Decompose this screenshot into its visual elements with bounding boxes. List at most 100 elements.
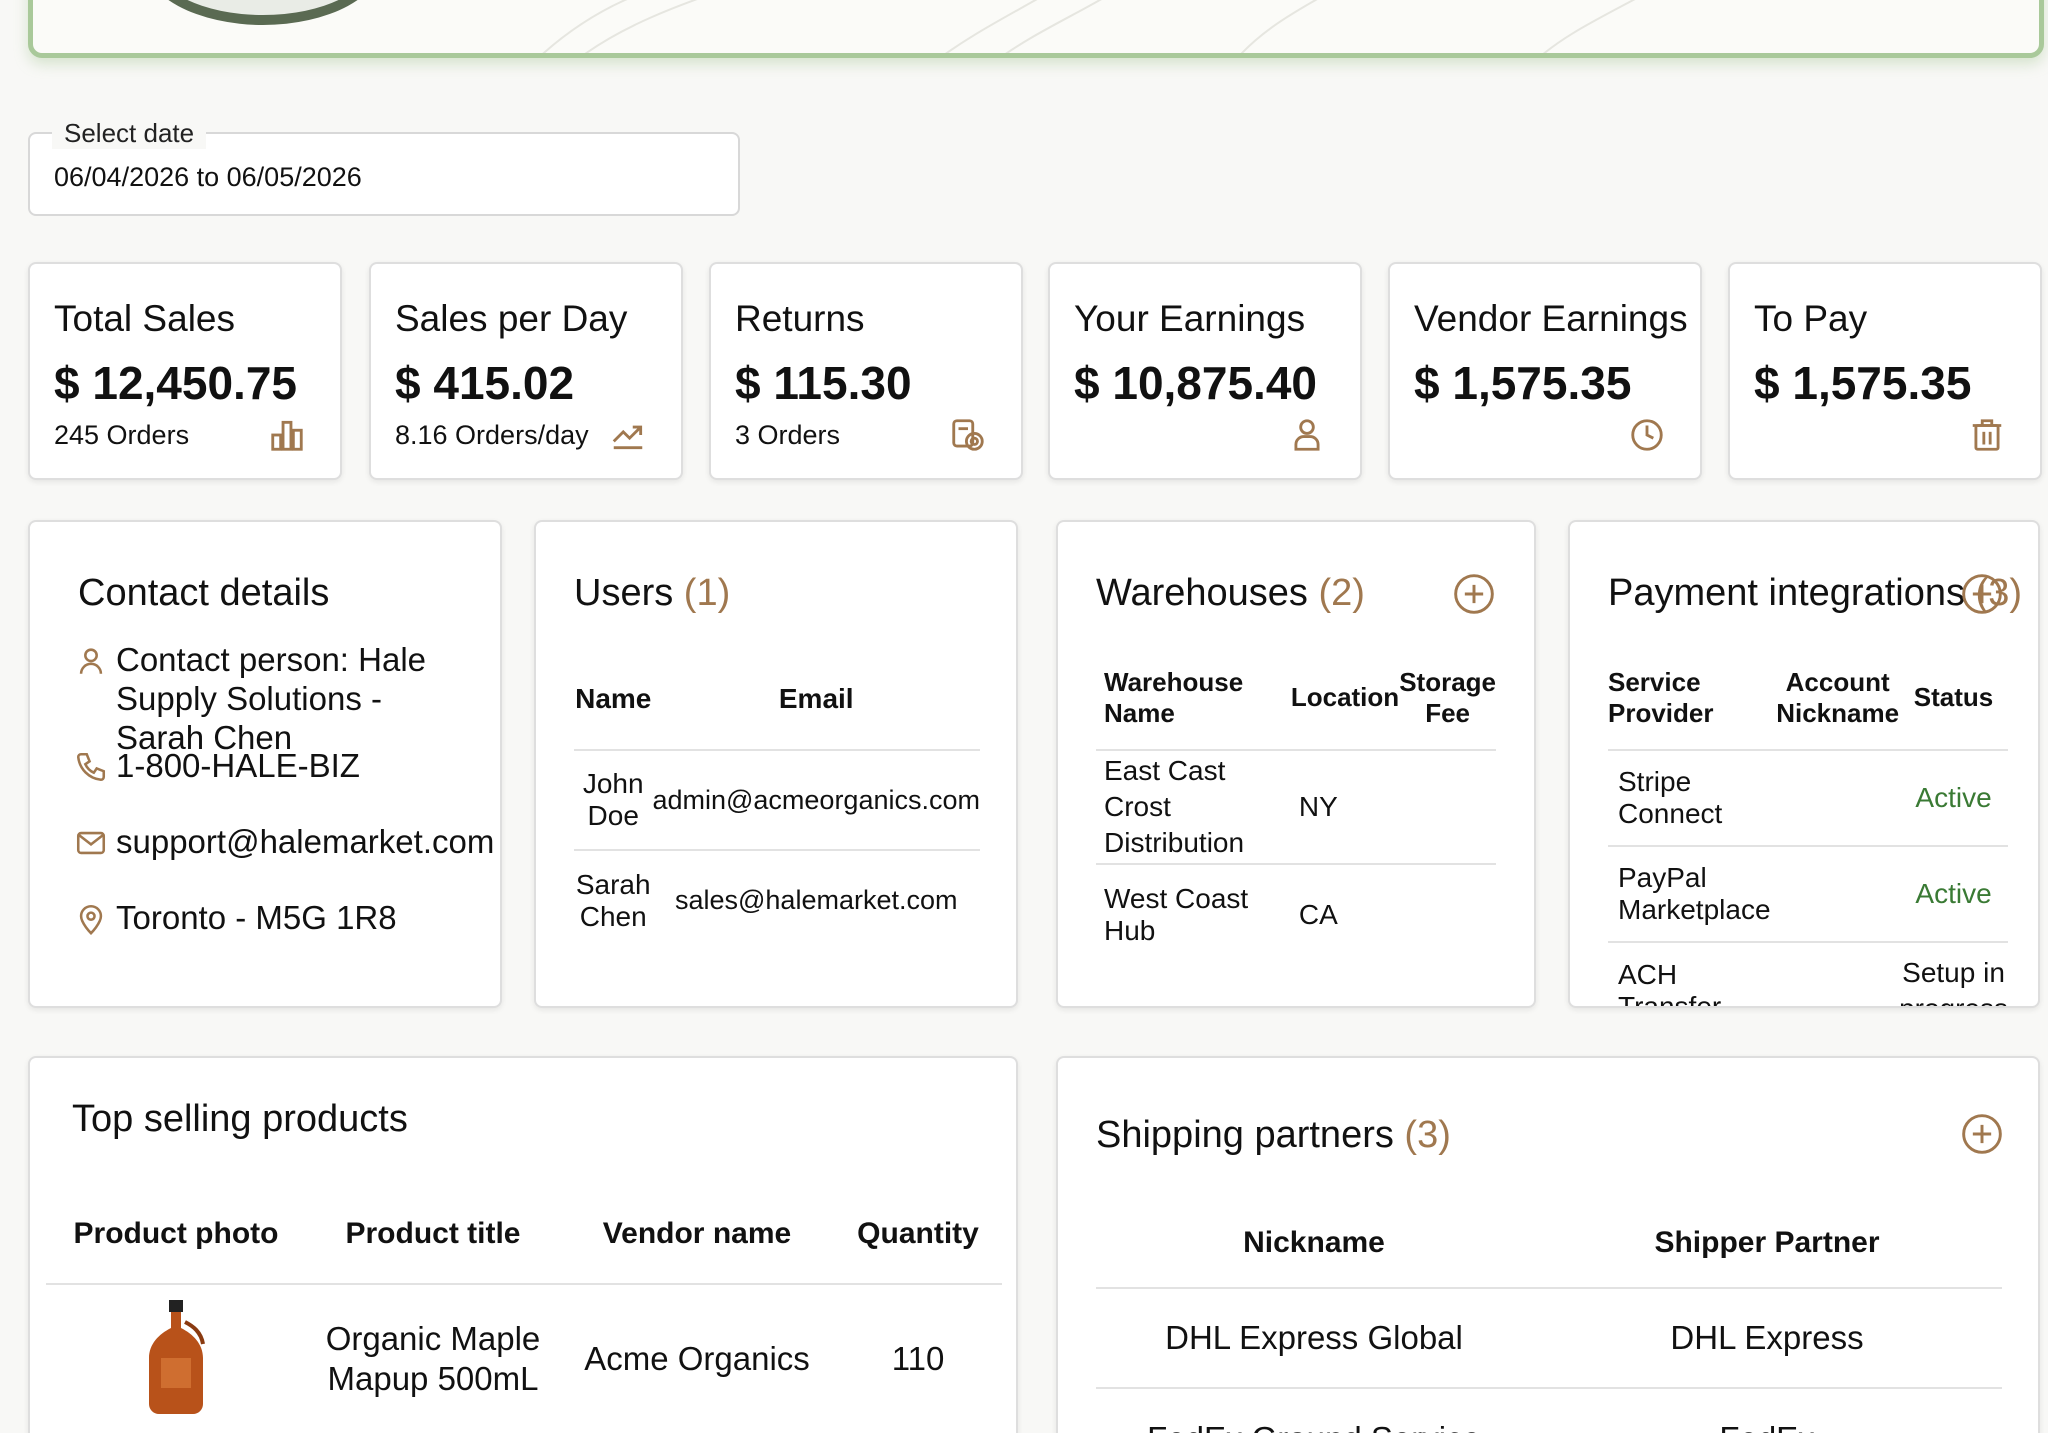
- payment-nickname: [1776, 846, 1899, 942]
- shipping-title: Shipping partners (3): [1096, 1114, 1451, 1157]
- column-header: Storage Fee: [1399, 666, 1496, 728]
- stat-title: To Pay: [1754, 298, 1868, 339]
- warehouses-table: Warehouse Name Location Storage Fee East…: [1096, 646, 1496, 964]
- column-header: Product photo: [73, 1216, 279, 1250]
- add-shipping-partner-button[interactable]: [1960, 1112, 2004, 1156]
- warehouse-location: CA: [1298, 898, 1338, 930]
- warehouse-location: NY: [1298, 791, 1338, 822]
- shipping-partner: FedEx: [1532, 1388, 2002, 1433]
- table-header-row: Name Email: [574, 648, 980, 750]
- warehouses-title-text: Warehouses: [1096, 572, 1308, 614]
- user-email: admin@acmeorganics.com: [652, 784, 980, 815]
- payment-status: Active: [1915, 782, 1992, 813]
- payments-table: Service Provider Account Nickname Status…: [1608, 646, 2008, 1008]
- user-email: sales@halemarket.com: [674, 885, 958, 915]
- returns-icon: [952, 419, 984, 451]
- contact-person: Contact person: Hale Supply Solutions - …: [74, 640, 474, 757]
- stat-value: $ 1,575.35: [1414, 357, 1632, 409]
- contact-location: Toronto - M5G 1R8: [74, 898, 397, 937]
- top-products-card: Top selling products Product photo Produ…: [28, 1056, 1018, 1433]
- column-header: Status: [1913, 682, 1994, 712]
- table-row[interactable]: FedEx Ground Service FedEx: [1096, 1388, 2002, 1433]
- payment-provider: PayPal Marketplace: [1618, 862, 1771, 925]
- users-count: (1): [683, 572, 731, 614]
- warehouse-fee: [1399, 864, 1496, 964]
- stat-total-sales: Total Sales $ 12,450.75 245 Orders: [28, 262, 342, 480]
- table-header-row: Warehouse Name Location Storage Fee: [1096, 646, 1496, 750]
- column-header: Account Nickname: [1776, 666, 1900, 728]
- users-table: Name Email John Doe admin@acmeorganics.c…: [574, 648, 980, 950]
- stat-value: $ 415.02: [395, 357, 575, 409]
- stat-sub: 3 Orders: [735, 420, 841, 450]
- shipping-title-text: Shipping partners: [1096, 1114, 1394, 1156]
- date-range-field[interactable]: Select date 06/04/2026 to 06/05/2026: [28, 118, 740, 216]
- top-products-table: Product photo Product title Vendor name …: [46, 1184, 1002, 1433]
- stat-returns: Returns $ 115.30 3 Orders: [709, 262, 1023, 480]
- users-title-text: Users: [574, 572, 674, 614]
- bar-chart-icon: [271, 420, 303, 451]
- trend-up-icon: [612, 425, 643, 450]
- payment-integrations-card: Payment integrations (3) Service Provide…: [1568, 520, 2040, 1008]
- stat-sales-per-day: Sales per Day $ 415.02 8.16 Orders/day: [369, 262, 683, 480]
- product-title: Organic Maple Mapup 500mL: [325, 1320, 541, 1397]
- stat-to-pay: To Pay $ 1,575.35: [1728, 262, 2042, 480]
- contact-person-text: Contact person: Hale Supply Solutions - …: [116, 641, 427, 756]
- column-header: Service Provider: [1608, 666, 1714, 728]
- stat-sub: 8.16 Orders/day: [395, 420, 589, 450]
- table-header-row: Product photo Product title Vendor name …: [46, 1184, 1002, 1284]
- location-pin-icon: [79, 904, 103, 935]
- column-header: Shipper Partner: [1654, 1225, 1880, 1259]
- person-icon: [79, 648, 103, 674]
- warehouses-title: Warehouses (2): [1096, 572, 1365, 615]
- stat-title: Total Sales: [54, 298, 235, 339]
- payment-nickname: [1776, 942, 1899, 1006]
- payment-provider: ACH Transfer: [1618, 958, 1722, 1008]
- table-row[interactable]: East Cast Crost Distribution NY: [1096, 750, 1496, 864]
- contact-phone: 1-800-HALE-BIZ: [74, 746, 360, 785]
- stat-value: $ 12,450.75: [54, 357, 298, 409]
- user-name: Sarah Chen: [575, 868, 651, 932]
- add-warehouse-button[interactable]: [1452, 572, 1496, 616]
- stat-title: Your Earnings: [1074, 298, 1306, 339]
- product-quantity: 110: [891, 1340, 945, 1377]
- payment-status: Setup in progress: [1899, 956, 2008, 1008]
- shipping-table: Nickname Shipper Partner DHL Express Glo…: [1096, 1198, 2002, 1433]
- column-header: Quantity: [857, 1216, 979, 1250]
- stat-title: Vendor Earnings: [1414, 298, 1688, 339]
- user-name: John Doe: [582, 768, 644, 831]
- table-header-row: Nickname Shipper Partner: [1096, 1198, 2002, 1288]
- stat-title: Returns: [735, 298, 865, 339]
- table-row[interactable]: DHL Express Global DHL Express: [1096, 1288, 2002, 1388]
- table-row[interactable]: West Coast Hub CA: [1096, 864, 1496, 964]
- table-row[interactable]: Organic Maple Mapup 500mL Acme Organics …: [46, 1284, 1002, 1433]
- add-payment-button[interactable]: [1960, 572, 2004, 616]
- column-header: Location: [1290, 682, 1400, 712]
- column-header: Email: [778, 682, 854, 714]
- stat-vendor-earnings: Vendor Earnings $ 1,575.35: [1388, 262, 1702, 480]
- shipping-count: (3): [1404, 1114, 1451, 1156]
- shipping-nickname: DHL Express Global: [1165, 1319, 1463, 1356]
- shipping-nickname: FedEx Ground Service: [1096, 1388, 1532, 1433]
- payment-status: Active: [1915, 878, 1992, 909]
- payment-nickname: [1776, 750, 1899, 846]
- phone-icon: [76, 752, 106, 782]
- table-row[interactable]: PayPal Marketplace Active: [1608, 846, 2008, 942]
- warehouses-count: (2): [1318, 572, 1365, 614]
- stat-sub: 245 Orders: [54, 420, 190, 450]
- table-row[interactable]: ACH Transfer Setup in progress: [1608, 942, 2008, 1008]
- date-field-value[interactable]: 06/04/2026 to 06/05/2026: [54, 162, 362, 193]
- user-icon: [1294, 419, 1320, 451]
- shipping-partner: DHL Express: [1670, 1319, 1864, 1356]
- contact-phone-text[interactable]: 1-800-HALE-BIZ: [116, 746, 360, 785]
- warehouse-name: West Coast Hub: [1104, 882, 1249, 946]
- users-title: Users (1): [574, 572, 730, 615]
- column-header: Name: [575, 682, 652, 714]
- top-products-title: Top selling products: [72, 1098, 408, 1140]
- stat-value: $ 1,575.35: [1754, 357, 1972, 409]
- contact-email-text[interactable]: support@halemarket.com: [116, 822, 494, 861]
- trash-icon: [1972, 419, 2002, 451]
- table-row[interactable]: Sarah Chen sales@halemarket.com: [574, 850, 980, 950]
- table-row[interactable]: Stripe Connect Active: [1608, 750, 2008, 846]
- table-row[interactable]: John Doe admin@acmeorganics.com: [574, 750, 980, 850]
- header-banner: [28, 0, 2044, 58]
